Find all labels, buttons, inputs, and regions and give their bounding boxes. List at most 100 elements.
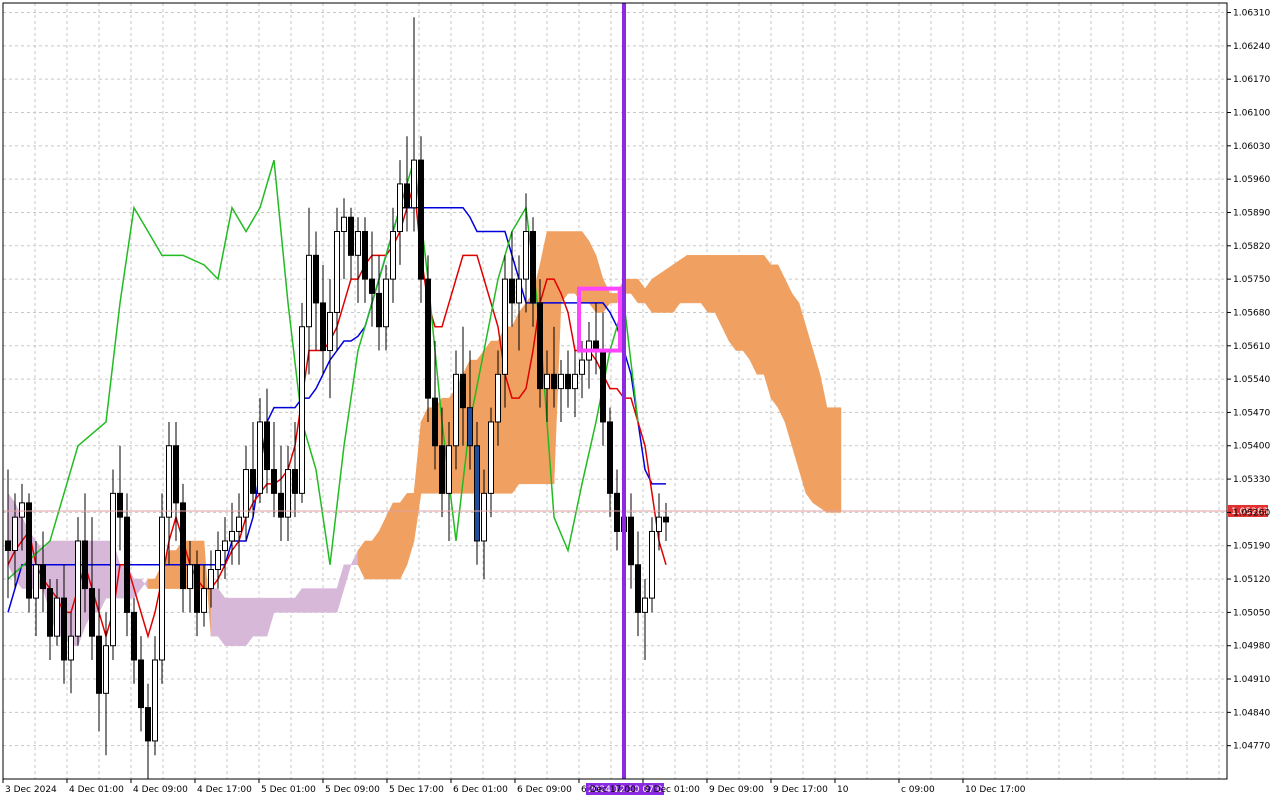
candle-body: [12, 516, 18, 551]
candle-body: [635, 564, 641, 613]
cloud-segment: [413, 421, 422, 541]
candle-body: [516, 278, 522, 304]
cloud-segment: [819, 374, 828, 513]
candle-body: [264, 421, 270, 471]
price-tick-label: 1.04770: [1233, 742, 1270, 752]
cloud-segment: [392, 502, 401, 580]
candle-body: [5, 540, 11, 551]
candle-body: [33, 564, 39, 599]
price-tick-label: 1.05470: [1233, 408, 1270, 418]
candle: [131, 598, 137, 684]
price-chart[interactable]: 1.052632024.12.10 07:00 1.063101.062401.…: [0, 0, 1280, 800]
cloud-segment: [707, 255, 716, 313]
candle-body: [75, 540, 81, 637]
candle: [348, 207, 354, 280]
candle-body: [362, 231, 368, 280]
price-tick-label: 1.05330: [1233, 475, 1270, 485]
cloud-segment: [644, 278, 653, 314]
candle-body: [369, 278, 375, 294]
cloud-segment: [721, 255, 730, 342]
candle: [180, 483, 186, 613]
cloud-segment: [805, 326, 814, 504]
cloud-segment: [756, 255, 765, 375]
candle: [271, 421, 277, 518]
candle: [341, 198, 347, 280]
time-tick-label: 5 Dec 09:00: [325, 785, 380, 795]
cloud-segment: [217, 587, 226, 647]
cloud-segment: [357, 540, 366, 580]
candle: [607, 407, 613, 518]
cloud-segment: [308, 588, 317, 613]
cloud-segment: [728, 255, 737, 352]
candle: [418, 136, 424, 303]
candle-body: [278, 492, 284, 518]
candle-body: [600, 350, 606, 423]
candle-body: [26, 502, 32, 599]
cloud-segment: [329, 588, 338, 613]
cloud-segment: [567, 231, 576, 294]
candle-body: [110, 492, 116, 647]
candle-body: [425, 278, 431, 399]
cloud-segment: [378, 517, 387, 580]
cloud-segment: [609, 293, 618, 304]
candle-body: [565, 373, 571, 390]
price-tick-label: 1.06170: [1233, 75, 1270, 85]
cloud-segment: [784, 279, 793, 446]
price-tick-label: 1.05120: [1233, 575, 1270, 585]
cloud-segment: [770, 264, 779, 409]
cloud-segment: [812, 350, 821, 509]
price-tick-label: 1.05540: [1233, 375, 1270, 385]
candle: [40, 531, 46, 613]
candle-body: [642, 597, 648, 613]
time-tick-label: 10: [837, 785, 849, 795]
cloud-segment: [273, 597, 282, 613]
candle: [264, 388, 270, 494]
candle: [236, 493, 242, 565]
candle-body: [96, 635, 102, 694]
candle-body: [432, 397, 438, 447]
candle: [285, 445, 291, 541]
candle: [278, 445, 284, 541]
cloud-segment: [224, 597, 233, 646]
axes: 1.06310 1.06240 1.06170 1.06100 1.06030 1.059…: [2, 2, 1270, 795]
candle-body: [194, 564, 200, 613]
cloud-segment: [525, 292, 534, 485]
cloud-segment: [315, 588, 324, 613]
candle-body: [502, 278, 508, 375]
cloud-segment: [140, 578, 149, 590]
candle-body: [82, 540, 88, 590]
cloud-segment: [693, 255, 702, 304]
candle: [159, 493, 165, 684]
candle-body: [208, 569, 214, 590]
candle-body: [89, 588, 95, 637]
cloud-segment: [133, 578, 142, 599]
candle: [215, 531, 221, 589]
cloud-segment: [833, 407, 842, 513]
cloud-segment: [665, 264, 674, 313]
candle: [411, 17, 417, 232]
chart-window[interactable]: 1.05263 2024.12.10 07:00 1.06310 1.06240 1.…: [0, 0, 1280, 800]
cloud-segment: [560, 231, 569, 304]
candle: [138, 636, 144, 732]
time-tick-label: 4 Dec 01:00: [69, 785, 124, 795]
time-tick-label: 5 Dec 17:00: [389, 785, 444, 795]
time-tick-label: 5 Dec 01:00: [261, 785, 316, 795]
candle-body: [187, 564, 193, 590]
candle-body: [579, 359, 585, 375]
cloud-segment: [735, 255, 744, 351]
cloud-segment: [168, 550, 177, 589]
candle: [656, 493, 662, 551]
price-tick-label: 1.05610: [1233, 342, 1270, 352]
candle-body: [61, 597, 67, 661]
price-tick-label: 1.06100: [1233, 108, 1270, 118]
cloud-segment: [406, 493, 415, 565]
cloud-segment: [371, 530, 380, 580]
time-tick-label: 6 Dec 17:00: [581, 785, 636, 795]
candle: [663, 502, 669, 541]
cloud-segment: [98, 540, 107, 613]
cloud-segment: [763, 254, 772, 399]
candle-body: [460, 373, 466, 409]
cloud-segment: [672, 259, 681, 314]
cloud-segment: [350, 550, 359, 566]
candle-body: [418, 159, 424, 280]
